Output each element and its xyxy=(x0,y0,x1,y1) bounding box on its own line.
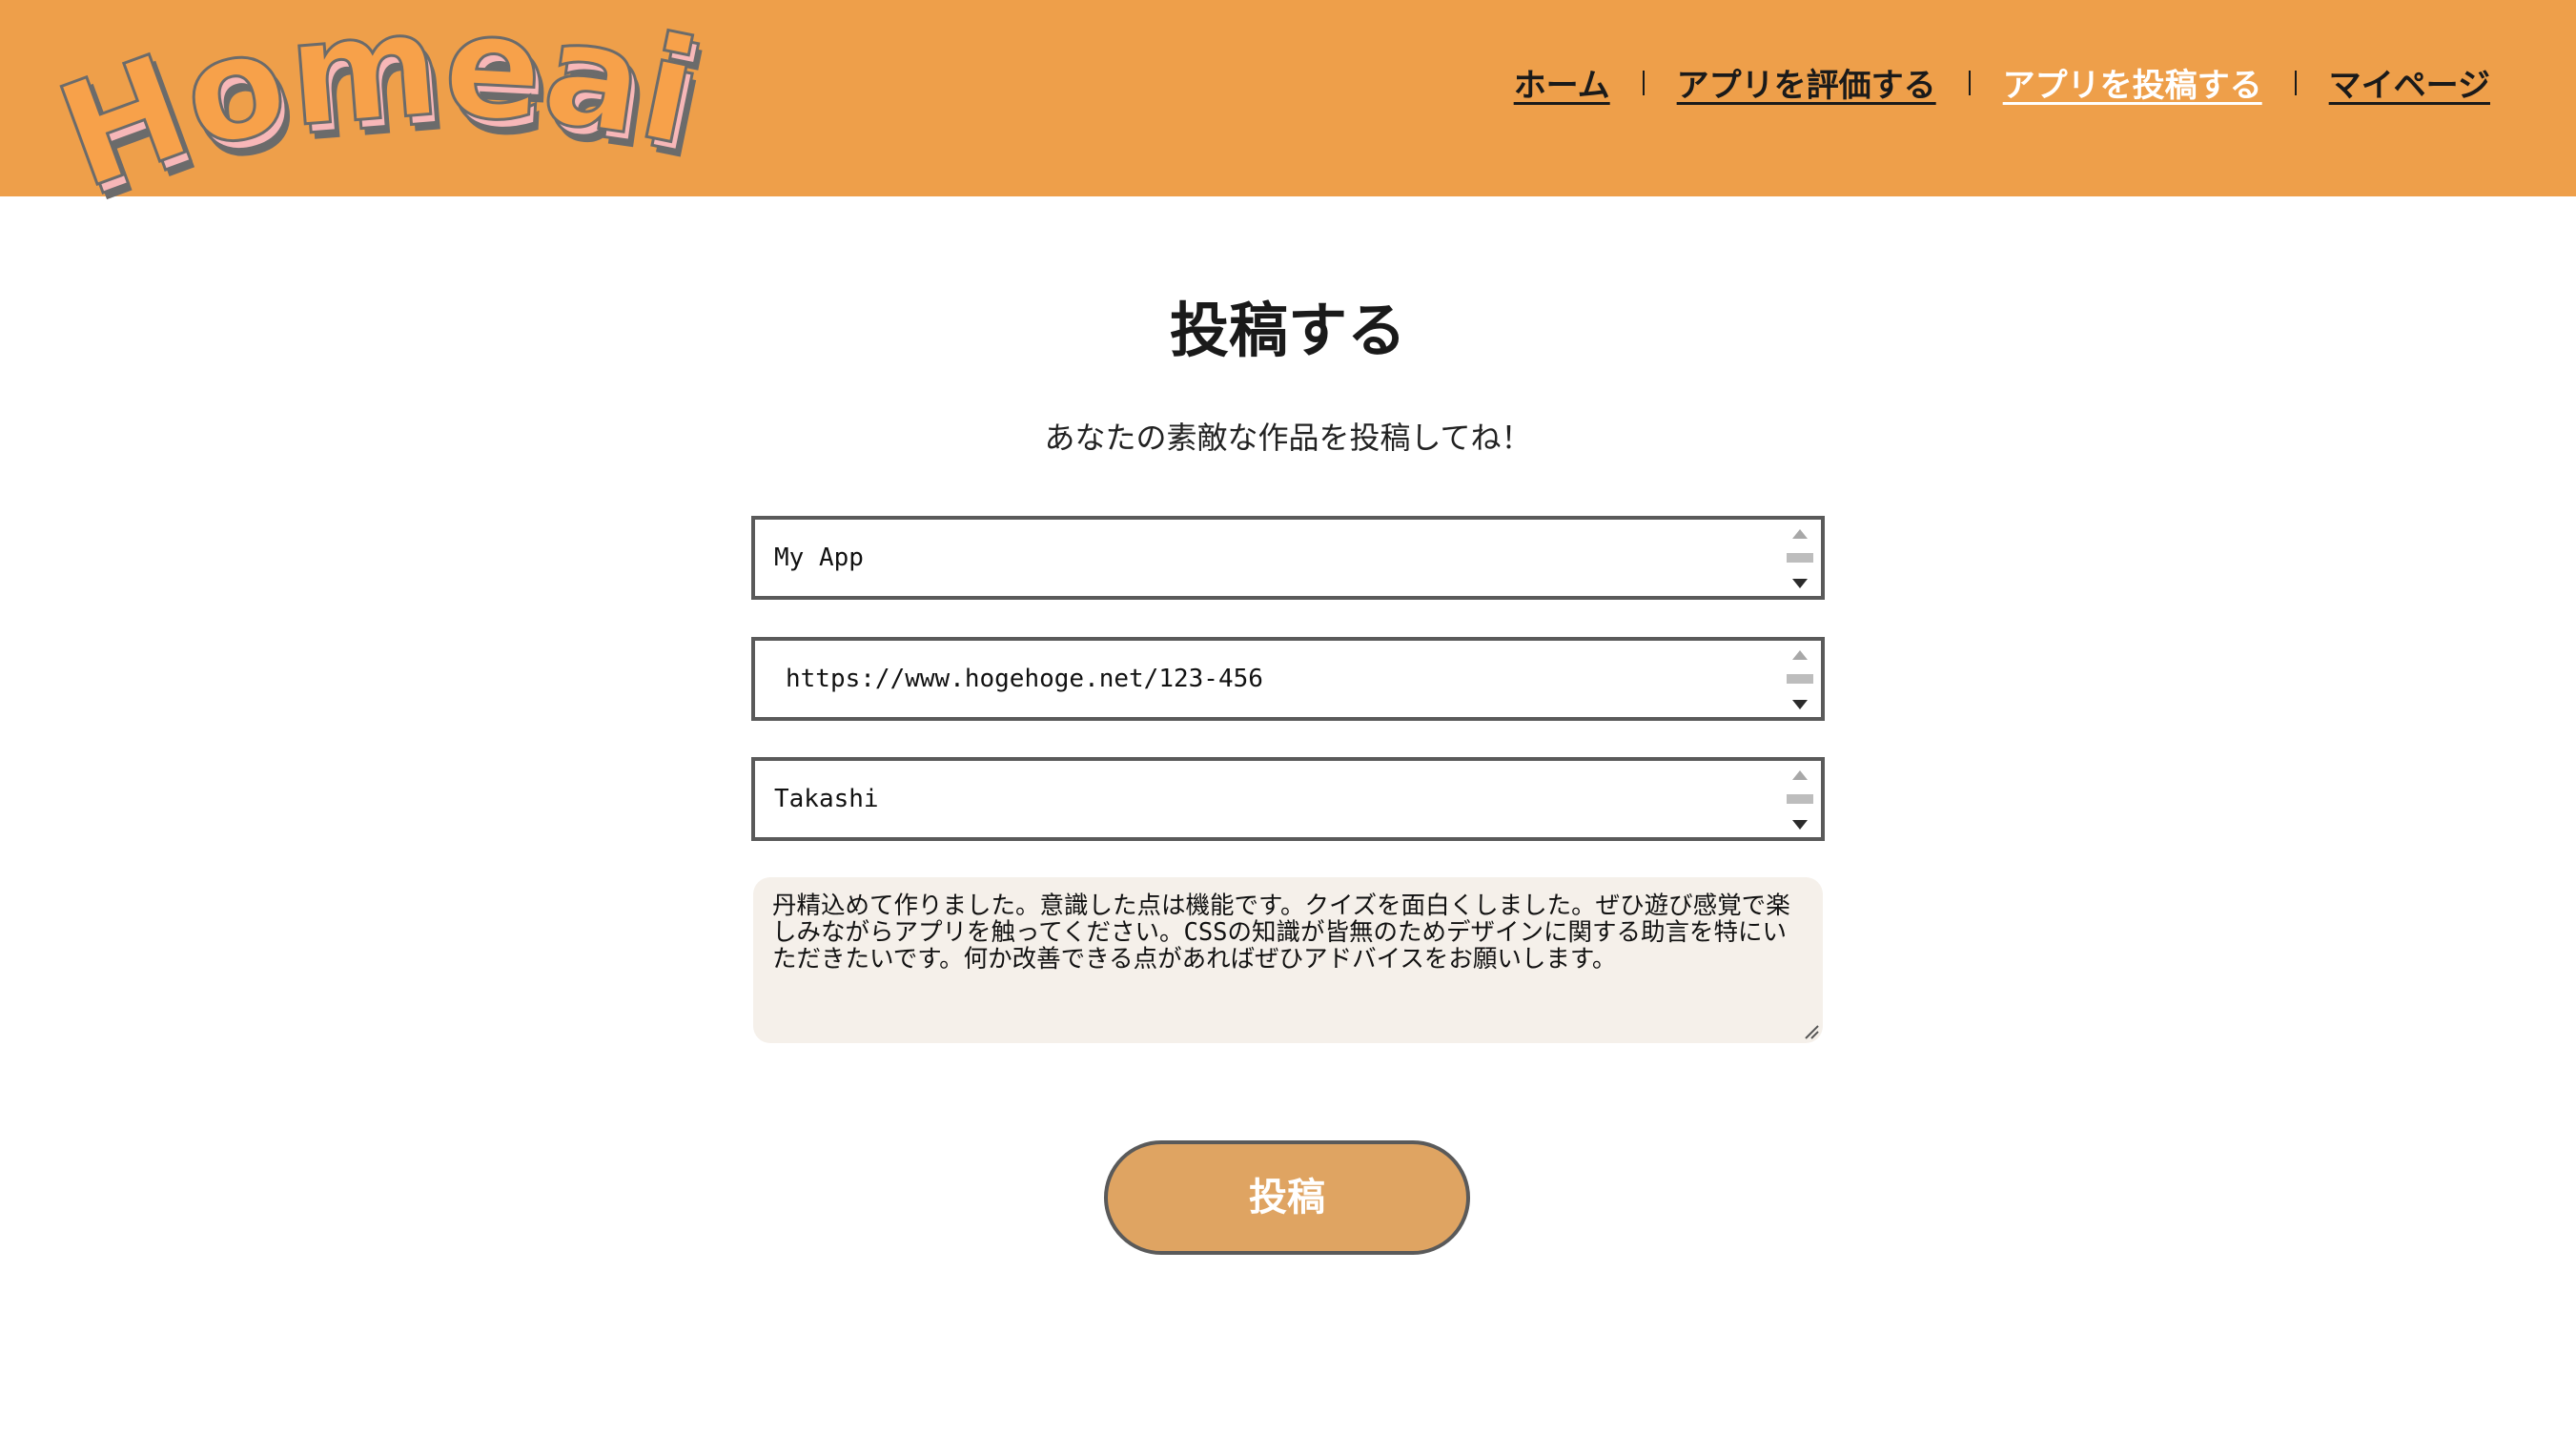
svg-text:Homeai: Homeai xyxy=(40,0,709,221)
scroll-thumb[interactable] xyxy=(1787,674,1813,684)
scroll-up-arrow-icon[interactable] xyxy=(1792,770,1808,780)
nav-separator xyxy=(1642,70,1645,95)
submit-button[interactable]: 投稿 xyxy=(1104,1140,1470,1255)
author-value: Takashi xyxy=(774,785,879,813)
scroll-down-arrow-icon[interactable] xyxy=(1792,579,1808,588)
app-name-scrollbar[interactable] xyxy=(1787,525,1813,590)
scroll-up-arrow-icon[interactable] xyxy=(1792,650,1808,660)
page-subtitle: あなたの素敵な作品を投稿してね！ xyxy=(1044,420,1532,456)
logo-graphic: Homeai Homeai Homeai xyxy=(38,0,719,236)
nav-post-app-link[interactable]: アプリを投稿する xyxy=(2003,59,2262,106)
app-url-scrollbar[interactable] xyxy=(1787,646,1813,711)
author-field[interactable]: Takashi xyxy=(751,757,1825,841)
nav-separator xyxy=(2294,70,2297,95)
author-scrollbar[interactable] xyxy=(1787,767,1813,831)
site-logo[interactable]: Homeai Homeai Homeai xyxy=(38,0,772,267)
resize-handle-icon[interactable] xyxy=(1802,1022,1819,1039)
scroll-down-arrow-icon[interactable] xyxy=(1792,820,1808,830)
scroll-up-arrow-icon[interactable] xyxy=(1792,529,1808,539)
comment-text: 丹精込めて作りました。意識した点は機能です。クイズを面白くしました。ぜひ遊び感覚… xyxy=(772,892,1790,974)
logo-text: Homeai xyxy=(38,0,710,222)
comment-textarea[interactable]: 丹精込めて作りました。意識した点は機能です。クイズを面白くしました。ぜひ遊び感覚… xyxy=(753,877,1823,1043)
scroll-thumb[interactable] xyxy=(1787,794,1813,804)
main-nav: ホーム アプリを評価する アプリを投稿する マイページ xyxy=(1514,59,2490,106)
nav-separator xyxy=(1968,70,1971,95)
app-url-value: https://www.hogehoge.net/123-456 xyxy=(786,665,1263,693)
app-name-value: My App xyxy=(774,543,864,572)
nav-home-link[interactable]: ホーム xyxy=(1514,59,1610,106)
nav-rate-app-link[interactable]: アプリを評価する xyxy=(1677,59,1936,106)
scroll-thumb[interactable] xyxy=(1787,553,1813,563)
scroll-down-arrow-icon[interactable] xyxy=(1792,700,1808,709)
nav-mypage-link[interactable]: マイページ xyxy=(2329,59,2490,106)
page-title: 投稿する xyxy=(1169,296,1406,365)
app-url-field[interactable]: https://www.hogehoge.net/123-456 xyxy=(751,637,1825,721)
app-name-field[interactable]: My App xyxy=(751,516,1825,600)
